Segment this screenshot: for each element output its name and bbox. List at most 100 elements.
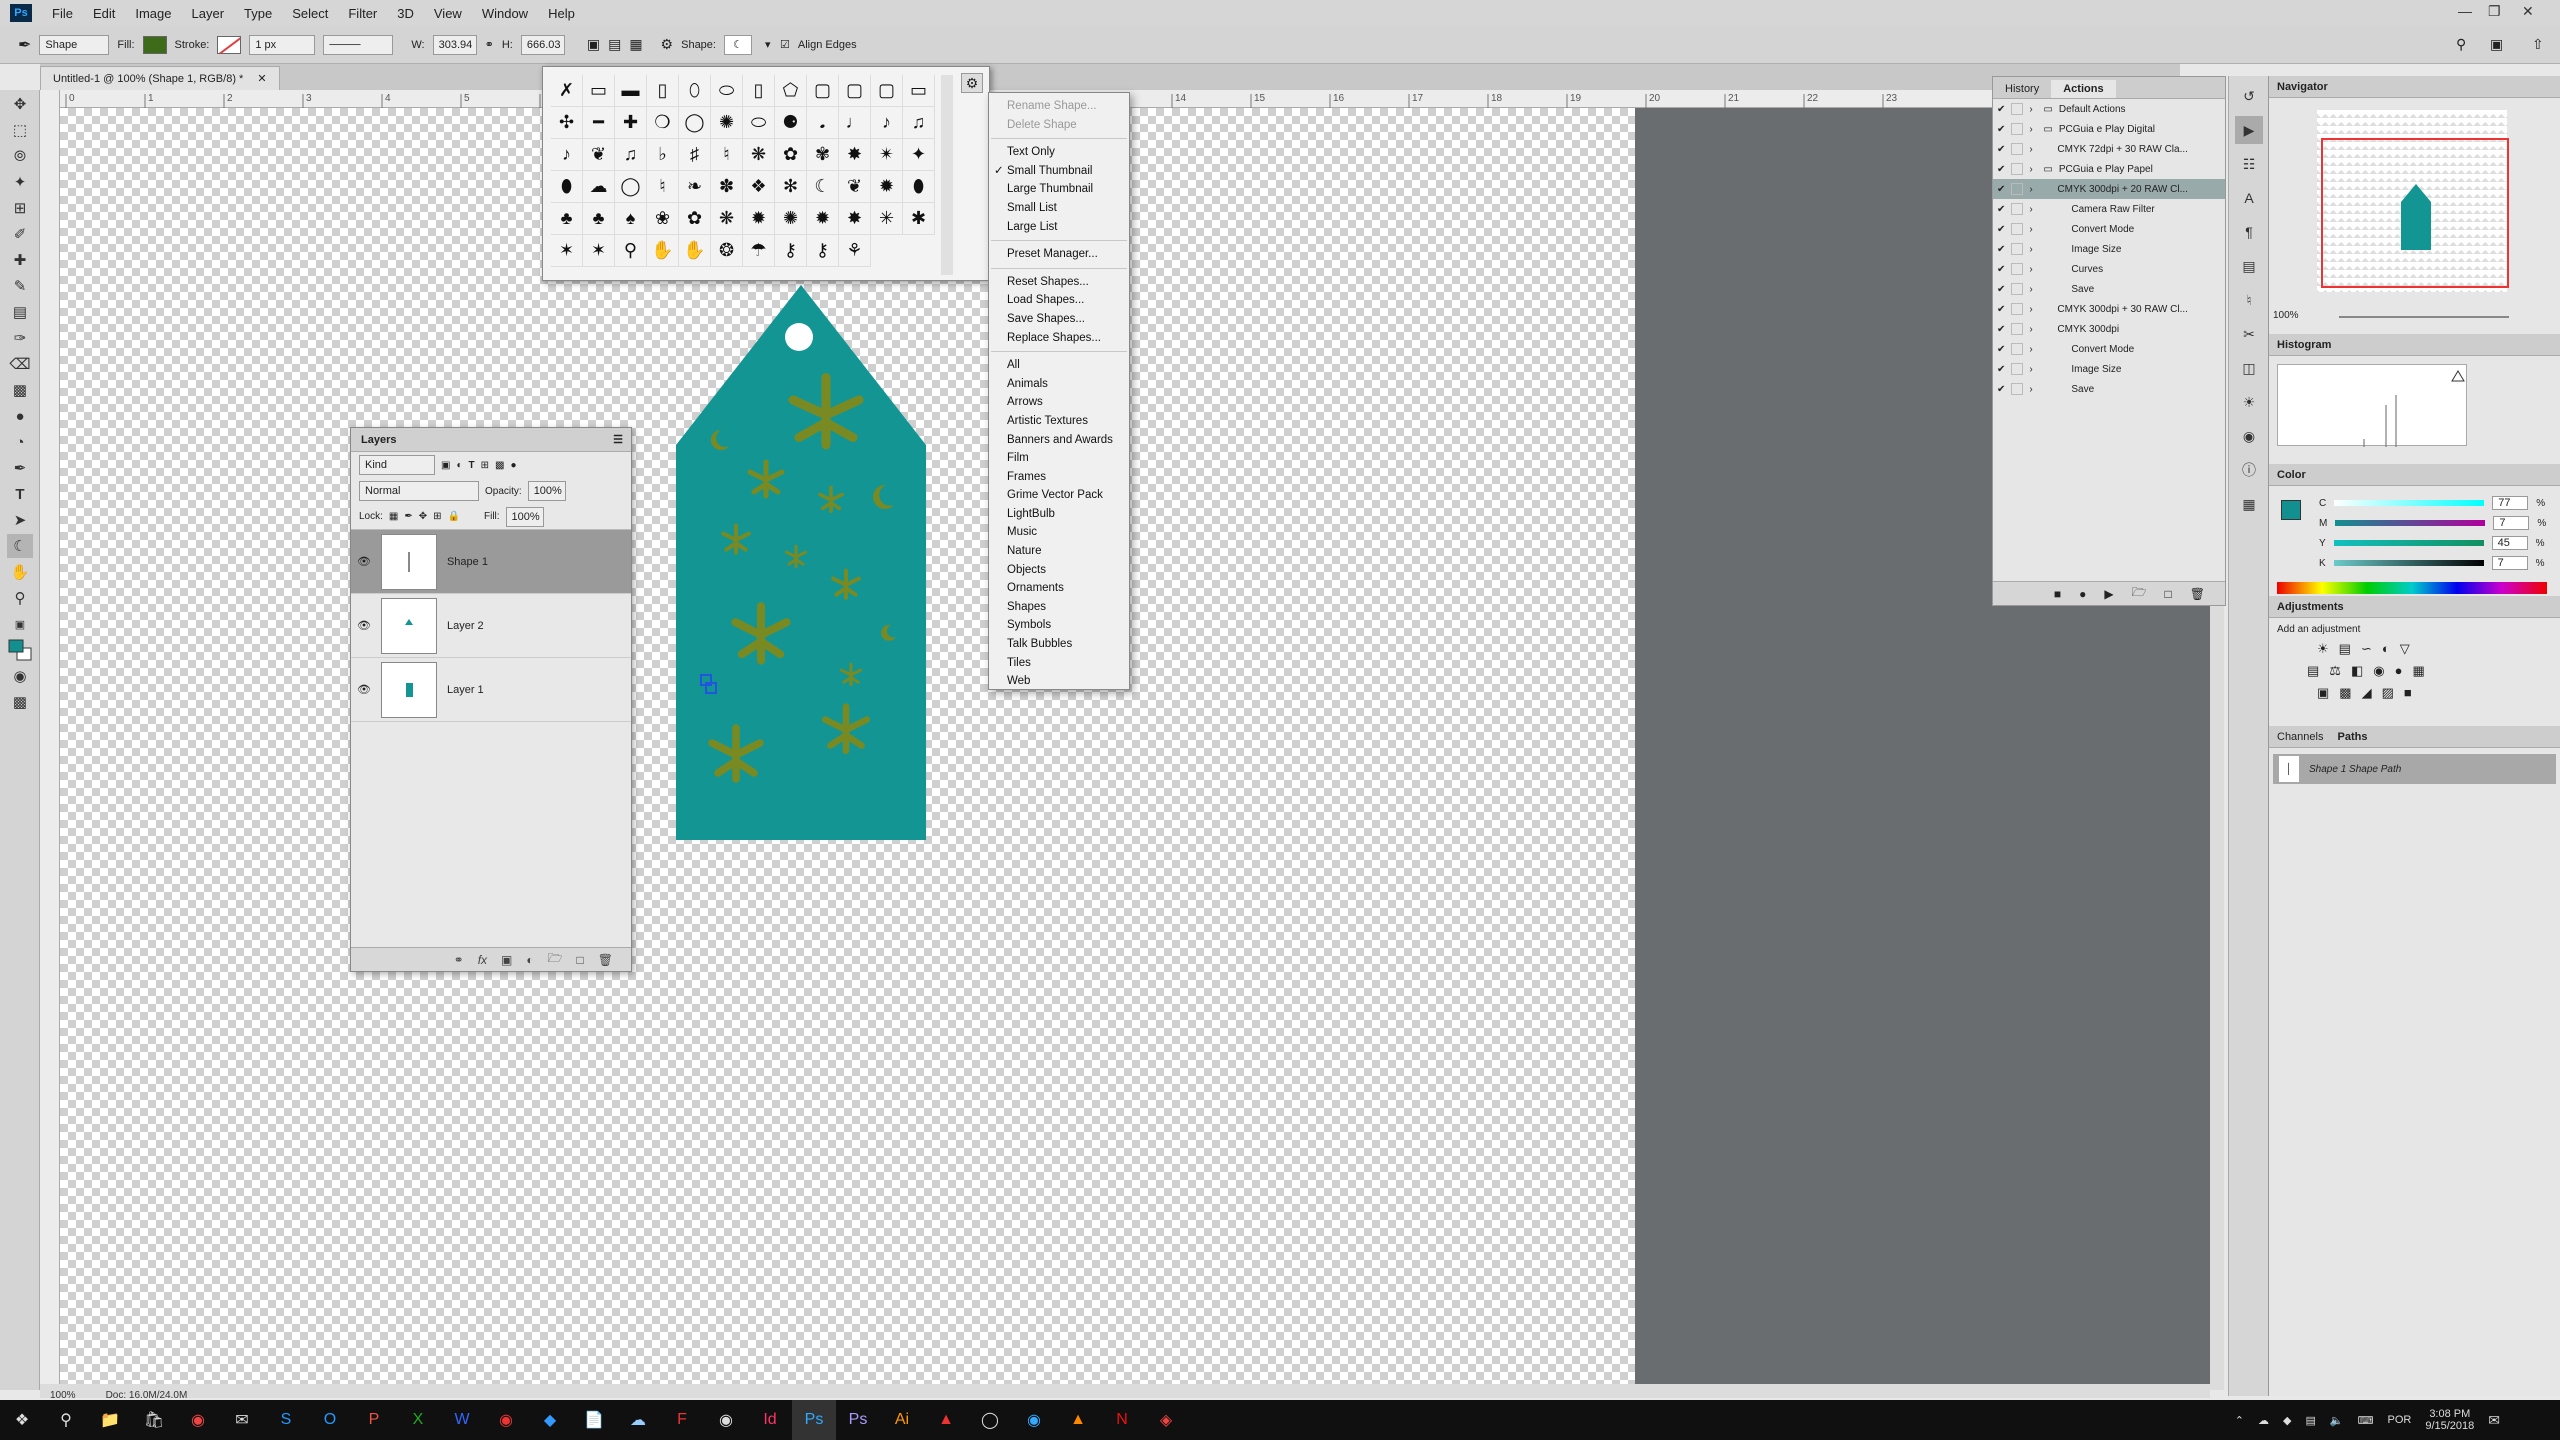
action-row[interactable]: ✔ › Curves [1993,259,2225,279]
hand-tool-icon[interactable]: ✋ [7,560,33,584]
action-row[interactable]: ✔ › ▭ PCGuia e Play Digital [1993,119,2225,139]
menu-item[interactable]: Symbols [989,616,1129,635]
outlook-icon[interactable]: O [308,1400,352,1440]
menu-item[interactable]: Animals [989,375,1129,394]
menu-item[interactable]: Nature [989,542,1129,561]
layers-panel-title[interactable]: Layers [361,434,396,446]
share-icon[interactable]: ⇧ [2532,36,2544,53]
menu-item[interactable]: Small Thumbnail [989,162,1129,181]
3d-icon[interactable]: ◫ [2235,354,2263,382]
filezilla-icon[interactable]: F [660,1400,704,1440]
action-toggle-checkmark-icon[interactable]: ✔ [1997,124,2005,135]
shape-thumbnail[interactable]: ♮ [711,139,743,171]
move-tool-icon[interactable]: ✥ [7,92,33,116]
table-icon[interactable]: ▦ [2235,490,2263,518]
width-field[interactable]: 303.94 [432,34,477,55]
menu-item[interactable]: Frames [989,468,1129,487]
shape-thumbnail[interactable]: ♩ [839,107,871,139]
shape-picker-scrollbar[interactable] [941,75,953,275]
channel-value-field[interactable]: 45 [2491,536,2528,550]
menu-item[interactable]: Replace Shapes... [989,329,1129,348]
shape-thumbnail[interactable]: ✸ [839,203,871,235]
shape-picker-button[interactable]: ☾ [723,34,752,55]
default-colors-icon[interactable]: ▣ [7,612,33,636]
gear-icon[interactable]: ⚙ [661,36,674,53]
shape-thumbnail[interactable]: 𝅘 [807,107,839,139]
magic-wand-tool-icon[interactable]: ✦ [7,170,33,194]
brightness-icon[interactable]: ☀ [2317,641,2329,657]
dialog-toggle-icon[interactable] [2011,363,2024,375]
shape-thumbnail[interactable]: ♫ [903,107,935,139]
action-row[interactable]: ✔ › Convert Mode [1993,339,2225,359]
dialog-toggle-icon[interactable] [2011,243,2024,255]
new-set-icon[interactable]: 🗁 [2132,583,2147,604]
expand-chevron-icon[interactable]: › [2029,124,2037,135]
shape-thumbnail[interactable]: ◯ [679,107,711,139]
action-toggle-checkmark-icon[interactable]: ✔ [1997,224,2005,235]
shape-thumbnail[interactable]: ✱ [903,203,935,235]
crop-tool-icon[interactable]: ⊞ [7,196,33,220]
shape-thumbnail[interactable]: ✾ [807,139,839,171]
blur-tool-icon[interactable]: ● [7,404,33,428]
record-icon[interactable]: ● [2079,587,2086,601]
layer-row-layer-2[interactable]: 👁 Layer 2 [351,594,631,658]
channel-value-field[interactable]: 7 [2493,516,2530,530]
stroke-swatch[interactable] [217,35,242,54]
menu-item[interactable]: Save Shapes... [989,310,1129,329]
fill-swatch[interactable] [142,35,167,54]
shape-thumbnail[interactable]: ━ [583,107,615,139]
pen-tool-icon[interactable]: ✒ [7,456,33,480]
layer-row-shape-1[interactable]: 👁 Shape 1 [351,530,631,594]
menu-layer[interactable]: Layer [182,6,235,21]
menu-edit[interactable]: Edit [83,6,125,21]
tab-history[interactable]: History [1993,80,2051,98]
shape-thumbnail[interactable]: ▢ [839,75,871,107]
shape-thumbnail[interactable]: ♮ [647,171,679,203]
threshold-icon[interactable]: ◢ [2362,685,2372,701]
menu-item[interactable]: Shapes [989,598,1129,617]
navigator-preview[interactable]: 100% [2269,98,2560,334]
dialog-toggle-icon[interactable] [2011,283,2024,295]
dialog-toggle-icon[interactable] [2011,123,2024,135]
expand-chevron-icon[interactable]: › [2029,104,2037,115]
powerpoint-icon[interactable]: P [352,1400,396,1440]
workspace-icon[interactable]: ▣ [2490,36,2503,53]
glyphs-icon[interactable]: ▤ [2235,252,2263,280]
shape-dropdown-arrow[interactable]: ▾ [760,35,772,55]
photoshop-taskbar-icon[interactable]: Ps [792,1400,836,1440]
menu-item[interactable]: Talk Bubbles [989,635,1129,654]
channel-mixer-icon[interactable]: ● [2395,663,2403,679]
fx-icon[interactable]: fx [478,953,487,967]
history-brush-icon[interactable]: ✑ [7,326,33,350]
shape-thumbnail[interactable]: ❦ [839,171,871,203]
zoom-tool-icon[interactable]: ⚲ [7,586,33,610]
shape-thumbnail[interactable]: ❧ [679,171,711,203]
link-layers-icon[interactable]: ⚭ [454,953,464,967]
restore-icon[interactable]: ❐ [2488,3,2501,20]
expand-chevron-icon[interactable]: › [2029,184,2051,195]
color-spectrum[interactable] [2277,582,2547,594]
channel-slider[interactable] [2335,520,2486,526]
shape-picker-gear-icon[interactable]: ⚙ [961,73,983,93]
word-icon[interactable]: W [440,1400,484,1440]
menu-item[interactable]: Grime Vector Pack [989,486,1129,505]
screen-mode-icon[interactable]: ▩ [7,690,33,714]
tab-paths[interactable]: Paths [2337,731,2367,743]
shape-thumbnail[interactable]: ⬮ [551,171,583,203]
menu-item[interactable]: Music [989,523,1129,542]
notifications-icon[interactable]: ✉ [2488,1412,2500,1429]
shape-thumbnail[interactable]: ✹ [871,171,903,203]
shape-thumbnail[interactable]: ❋ [711,203,743,235]
tray-volume-icon[interactable]: 🔈 [2330,1414,2344,1427]
action-row[interactable]: ✔ › Save [1993,379,2225,399]
navigator-title[interactable]: Navigator [2277,81,2328,93]
shape-thumbnail[interactable]: ☂ [743,235,775,267]
vibrance-icon[interactable]: ▽ [2400,641,2410,657]
shape-thumbnail[interactable]: ✹ [807,203,839,235]
menu-item[interactable]: Text Only [989,143,1129,162]
align-edges-checkbox[interactable]: ☑ [780,38,790,51]
dialog-toggle-icon[interactable] [2011,203,2024,215]
expand-chevron-icon[interactable]: › [2029,344,2065,355]
path-operations-icon[interactable]: ▣ [587,36,600,53]
expand-chevron-icon[interactable]: › [2029,224,2065,235]
